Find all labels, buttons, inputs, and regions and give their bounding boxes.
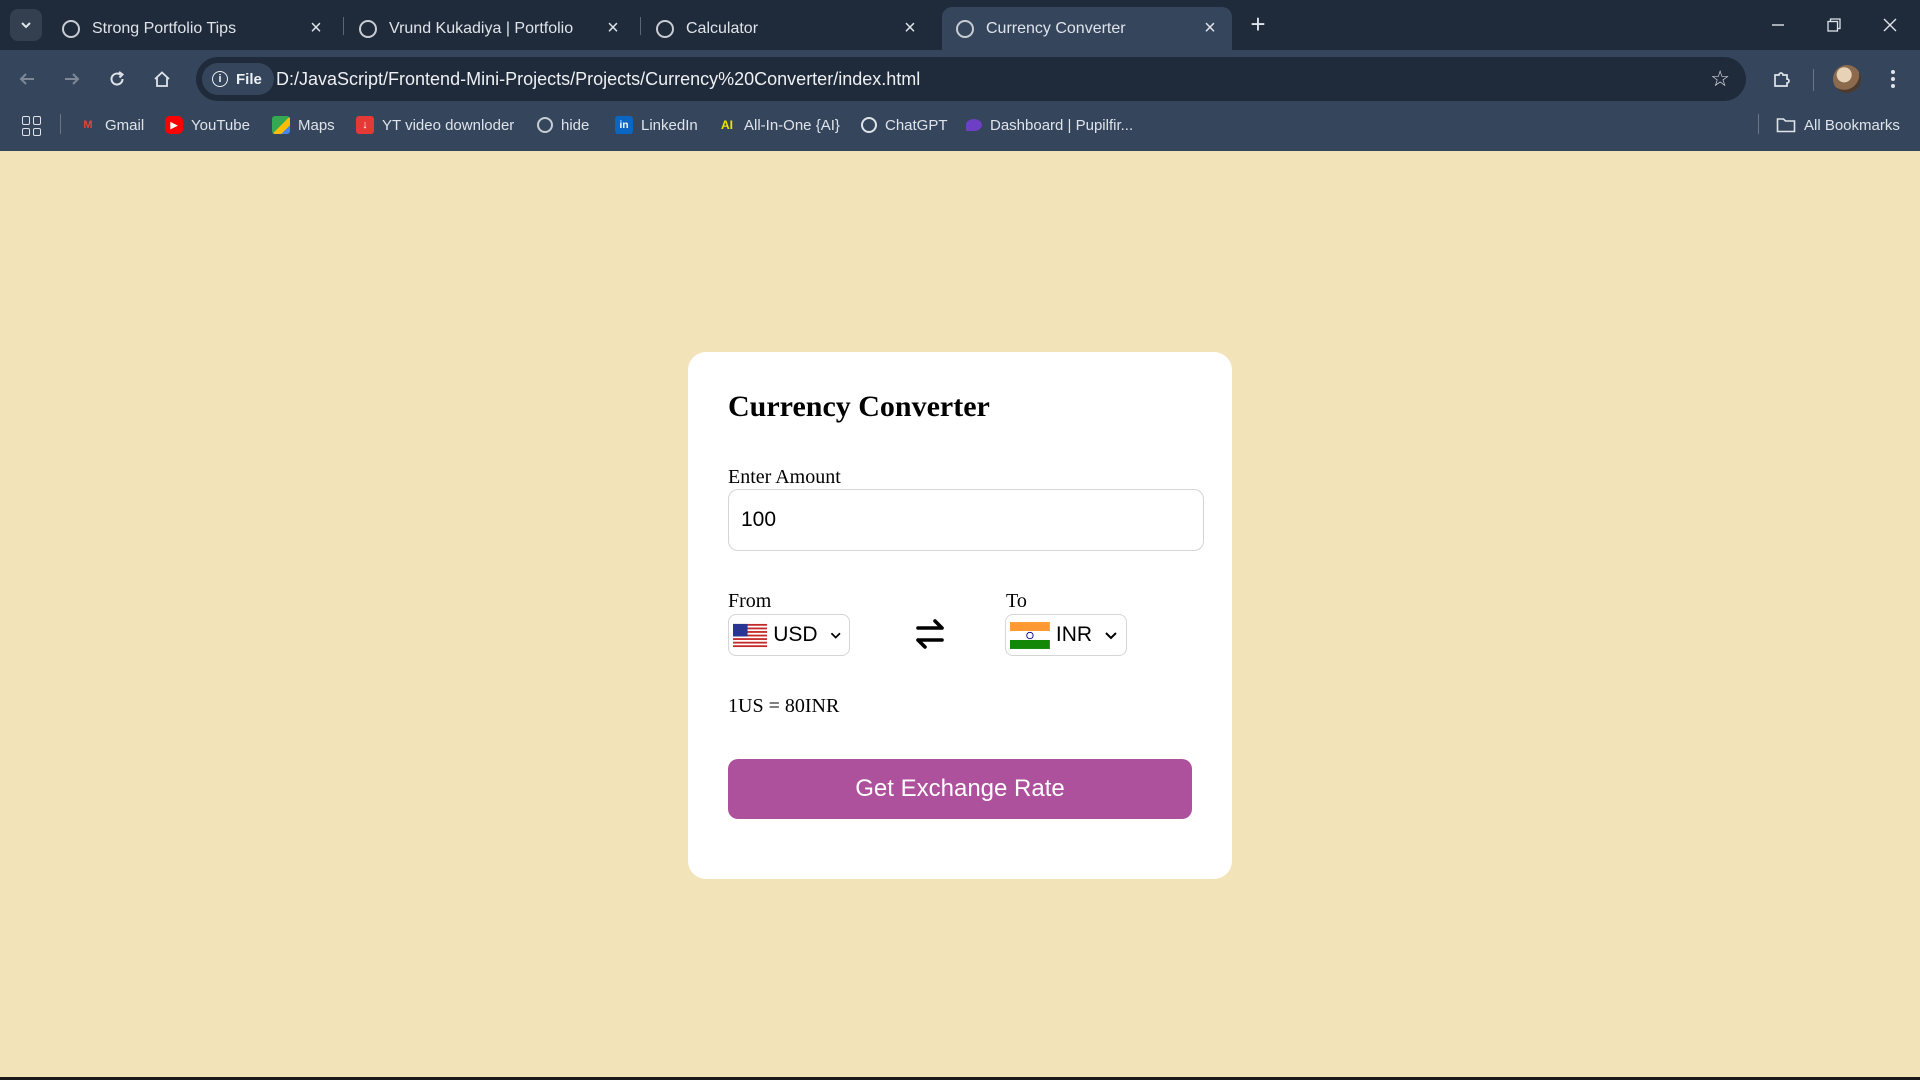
browser-toolbar: i File D:/JavaScript/Frontend-Mini-Proje…: [0, 50, 1920, 108]
bookmark-linkedin[interactable]: in LinkedIn: [615, 108, 698, 142]
bookmark-all-in-one-ai[interactable]: AI All-In-One {AI}: [718, 108, 840, 142]
reload-button[interactable]: [100, 62, 134, 96]
back-button[interactable]: [10, 62, 44, 96]
bookmarks-divider: [60, 114, 61, 134]
amount-input[interactable]: [728, 489, 1204, 551]
bookmark-label: YT video downloder: [382, 116, 515, 134]
us-flag-icon: [733, 623, 768, 647]
tab-title: Strong Portfolio Tips: [92, 19, 237, 37]
bookmark-label: YouTube: [191, 116, 250, 134]
arrow-right-icon: [65, 73, 80, 85]
download-icon: ↓: [356, 116, 374, 134]
from-currency-select[interactable]: USD: [728, 614, 850, 656]
chatgpt-icon: [62, 19, 80, 38]
all-bookmarks-label: All Bookmarks: [1804, 116, 1900, 134]
tab-strong-portfolio-tips[interactable]: Strong Portfolio Tips ×: [48, 7, 338, 50]
bookmark-dashboard-pupilfirst[interactable]: Dashboard | Pupilfir...: [966, 108, 1133, 142]
chevron-down-icon: [830, 632, 841, 639]
exchange-rate-text: 1US = 80INR: [728, 695, 840, 717]
tab-divider: [640, 17, 641, 35]
bookmark-hide[interactable]: hide: [537, 108, 589, 142]
close-icon: [1883, 18, 1897, 32]
site-info-chip[interactable]: i File: [202, 63, 274, 95]
tab-search-button[interactable]: [10, 9, 42, 41]
minimize-icon: [1772, 24, 1784, 26]
converter-card: Currency Converter Enter Amount From USD…: [688, 352, 1232, 879]
bookmark-label: Maps: [298, 116, 335, 134]
puzzle-icon: [1774, 72, 1790, 87]
tab-strip: Strong Portfolio Tips × Vrund Kukadiya |…: [0, 0, 1920, 50]
chevron-down-icon: [21, 22, 31, 29]
close-icon[interactable]: ×: [1198, 17, 1222, 40]
page-title: Currency Converter: [728, 390, 990, 423]
globe-icon: [656, 19, 674, 38]
bookmarks-divider: [1758, 114, 1759, 134]
kebab-menu-icon: [1891, 70, 1895, 88]
chatgpt-icon: [861, 117, 877, 133]
profile-avatar[interactable]: [1833, 65, 1861, 93]
from-currency-code: USD: [773, 623, 818, 646]
restore-icon: [1827, 18, 1841, 32]
tab-currency-converter[interactable]: Currency Converter ×: [942, 7, 1232, 50]
site-chip-label: File: [236, 70, 262, 88]
tab-title: Vrund Kukadiya | Portfolio: [389, 19, 574, 37]
ai-icon: AI: [721, 118, 733, 132]
maps-icon: [272, 116, 290, 134]
from-label: From: [728, 590, 772, 612]
bookmark-label: LinkedIn: [641, 116, 698, 134]
apps-grid-icon[interactable]: [22, 116, 42, 136]
close-icon[interactable]: ×: [601, 17, 625, 40]
to-label: To: [1006, 590, 1027, 612]
bookmark-label: ChatGPT: [885, 116, 948, 134]
gmail-icon: M: [83, 119, 93, 131]
amount-label: Enter Amount: [728, 466, 841, 488]
globe-icon: [537, 117, 553, 133]
bookmark-label: Gmail: [105, 116, 145, 134]
folder-icon: [1776, 118, 1796, 133]
all-bookmarks-button[interactable]: All Bookmarks: [1776, 108, 1900, 142]
chevron-down-icon: [1105, 632, 1117, 640]
bookmark-label: Dashboard | Pupilfir...: [990, 116, 1134, 134]
bookmark-star-icon[interactable]: ☆: [1710, 66, 1730, 92]
tab-calculator[interactable]: Calculator ×: [642, 7, 932, 50]
minimize-button[interactable]: [1750, 0, 1806, 50]
toolbar-divider: [1813, 69, 1814, 91]
close-icon[interactable]: ×: [898, 17, 922, 40]
youtube-icon: ▶: [165, 116, 183, 134]
tab-vrund-portfolio[interactable]: Vrund Kukadiya | Portfolio ×: [345, 7, 635, 50]
bookmark-gmail[interactable]: M Gmail: [79, 108, 144, 142]
forward-button[interactable]: [55, 62, 89, 96]
reload-icon: [110, 71, 125, 86]
tab-title: Calculator: [686, 19, 759, 37]
to-currency-select[interactable]: INR: [1005, 614, 1127, 656]
restore-button[interactable]: [1806, 0, 1862, 50]
dashboard-icon: [966, 119, 982, 131]
home-button[interactable]: [145, 62, 179, 96]
close-icon[interactable]: ×: [304, 17, 328, 40]
get-exchange-rate-button[interactable]: Get Exchange Rate: [728, 759, 1192, 819]
bookmark-youtube[interactable]: ▶ YouTube: [165, 108, 250, 142]
menu-button[interactable]: [1876, 62, 1910, 96]
linkedin-icon: in: [615, 116, 633, 134]
close-window-button[interactable]: [1862, 0, 1918, 50]
india-flag-icon: [1010, 621, 1050, 649]
bookmark-label: All-In-One {AI}: [744, 116, 840, 134]
globe-icon: [956, 19, 974, 38]
swap-arrows-icon[interactable]: [912, 616, 948, 652]
home-icon: [154, 71, 170, 87]
bookmark-label: hide: [561, 116, 590, 134]
bookmark-yt-downloader[interactable]: ↓ YT video downloder: [356, 108, 514, 142]
bookmark-chatgpt[interactable]: ChatGPT: [861, 108, 948, 142]
new-tab-button[interactable]: +: [1243, 10, 1273, 40]
to-currency-code: INR: [1055, 623, 1093, 646]
url-text[interactable]: D:/JavaScript/Frontend-Mini-Projects/Pro…: [276, 69, 920, 90]
info-icon: i: [212, 71, 228, 87]
globe-icon: [359, 19, 377, 38]
address-bar[interactable]: i File D:/JavaScript/Frontend-Mini-Proje…: [196, 57, 1746, 101]
tab-title: Currency Converter: [986, 19, 1126, 37]
extensions-button[interactable]: [1765, 62, 1799, 96]
tab-divider: [343, 17, 344, 35]
bookmark-maps[interactable]: Maps: [272, 108, 335, 142]
arrow-left-icon: [19, 73, 34, 85]
